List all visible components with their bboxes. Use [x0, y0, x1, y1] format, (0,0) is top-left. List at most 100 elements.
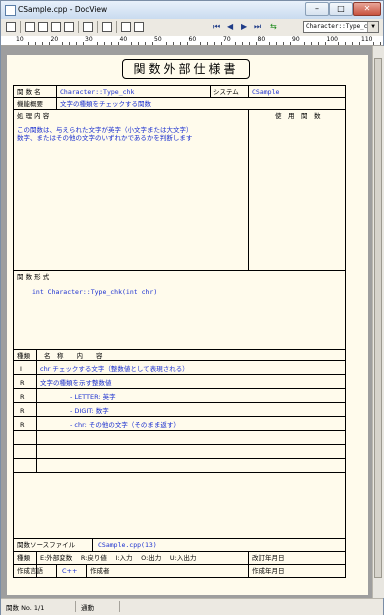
ruler: 10 20 30 40 50 60 70 80 90 100 110: [1, 36, 383, 46]
chevron-down-icon[interactable]: ▼: [367, 22, 378, 32]
document-viewport[interactable]: 関数外部仕様書 関 数 名 Character::Type_chk システム C…: [1, 46, 384, 598]
ruler-mark: 90: [292, 36, 300, 43]
rule: [14, 374, 345, 375]
ruler-tick: [214, 42, 216, 45]
rule: [14, 97, 345, 98]
maximize-button[interactable]: □: [329, 2, 353, 16]
param-desc: 文字の種類を示す整数値: [40, 379, 112, 387]
rule: [56, 564, 57, 577]
status-bar: 関数 No. 1/1 通動: [1, 598, 383, 615]
ruler-tick: [186, 42, 188, 45]
ruler-tick: [172, 42, 174, 45]
ruler-tick: [152, 42, 154, 45]
ruler-tick: [352, 42, 354, 45]
ruler-tick: [324, 42, 326, 45]
minimize-button[interactable]: –: [305, 2, 329, 16]
rule: [248, 551, 249, 577]
author-label: 作成者: [90, 567, 110, 575]
ruler-tick: [359, 42, 361, 45]
ruler-tick: [345, 42, 347, 45]
rule: [56, 86, 57, 109]
rule: [210, 86, 211, 97]
ruler-tick: [179, 42, 181, 45]
ruler-tick: [283, 42, 285, 45]
ruler-tick: [34, 42, 36, 45]
ruler-tick: [200, 42, 202, 45]
process-text-line2: 数字、またはその他の文字のいずれかであるかを判断します: [17, 134, 193, 142]
rule: [14, 551, 345, 552]
toolbar: ⏮ ◀ ▶ ⏭ ⇆ Character::Type_ch ▼: [1, 19, 383, 37]
status-divider: [75, 601, 76, 612]
function-select[interactable]: Character::Type_ch ▼: [303, 21, 379, 33]
ruler-mark: 70: [223, 36, 231, 43]
ruler-mark: 40: [119, 36, 128, 43]
function-select-value: Character::Type_ch: [306, 23, 372, 30]
rule: [14, 270, 345, 271]
ruler-tick: [248, 42, 250, 45]
app-window: CSample.cpp - DocView – □ ✕ ⏮ ◀ ▶ ⏭ ⇆ Ch…: [0, 0, 384, 615]
toolbar-separator: [78, 21, 79, 33]
rule: [14, 564, 345, 565]
ruler-mark: 10: [16, 36, 24, 43]
created-date-label: 作成年月日: [252, 567, 285, 575]
ruler-tick: [48, 42, 50, 45]
function-form-value: int Character::Type_chk(int chr): [32, 288, 158, 296]
scrollbar-thumb[interactable]: [374, 58, 382, 578]
rule: [14, 430, 345, 431]
fit-page-icon[interactable]: [83, 22, 93, 32]
param-kind: R: [20, 393, 25, 401]
ruler-tick: [269, 42, 271, 45]
layout-icon[interactable]: [102, 22, 112, 32]
page-indicator: 関数 No. 1/1: [6, 604, 45, 612]
list-icon[interactable]: [121, 22, 131, 32]
rule: [14, 402, 345, 403]
print-icon[interactable]: [6, 22, 16, 32]
rule: [14, 388, 345, 389]
ruler-tick: [255, 42, 257, 45]
process-label: 処 理 内 容: [17, 112, 50, 120]
zoom-in-icon[interactable]: [51, 22, 61, 32]
app-icon: [5, 5, 16, 16]
rule: [14, 538, 345, 539]
window-title: CSample.cpp - DocView: [18, 5, 108, 14]
first-page-icon[interactable]: ⏮: [213, 22, 220, 32]
double-page-icon[interactable]: [38, 22, 48, 32]
system-value: CSample: [252, 88, 280, 96]
vertical-scrollbar[interactable]: [372, 46, 384, 598]
language-label: 作成言語: [17, 567, 43, 575]
ruler-tick: [27, 42, 29, 45]
rule: [14, 349, 345, 350]
title-bar[interactable]: CSample.cpp - DocView – □ ✕: [1, 1, 383, 20]
ruler-tick: [62, 42, 64, 45]
param-desc: chr チェックする文字（整数値として表現される）: [40, 365, 189, 373]
param-name-header: 名 称 内 容: [44, 352, 103, 360]
ruler-tick: [103, 42, 105, 45]
ruler-tick: [117, 42, 119, 45]
rule: [14, 109, 345, 110]
source-file-label: 関数ソースファイル: [17, 541, 76, 549]
source-file-value: CSample.cpp(13): [98, 541, 157, 549]
rule: [14, 416, 345, 417]
ruler-tick: [138, 42, 140, 45]
ruler-tick: [96, 42, 98, 45]
ruler-tick: [165, 42, 167, 45]
rule: [14, 458, 345, 459]
revision-date-label: 改訂年月日: [252, 554, 285, 562]
next-page-icon[interactable]: ▶: [241, 22, 247, 32]
toolbar-separator: [116, 21, 117, 33]
ruler-tick: [41, 42, 43, 45]
previous-page-icon[interactable]: ◀: [227, 22, 233, 32]
param-kind: R: [20, 407, 25, 415]
close-button[interactable]: ✕: [353, 2, 381, 16]
settings-icon[interactable]: [134, 22, 144, 32]
single-page-icon[interactable]: [25, 22, 35, 32]
zoom-out-icon[interactable]: [64, 22, 74, 32]
summary-label: 機能概要: [17, 100, 43, 108]
last-page-icon[interactable]: ⏭: [254, 22, 261, 32]
link-icon[interactable]: ⇆: [270, 22, 277, 32]
function-form-label: 関 数 形 式: [17, 273, 50, 281]
status-mode: 通動: [81, 604, 94, 612]
rule: [14, 472, 345, 473]
param-desc: - chr: その他の文字（そのまま返す）: [70, 421, 180, 429]
param-desc: - DIGIT: 数字: [70, 407, 109, 415]
